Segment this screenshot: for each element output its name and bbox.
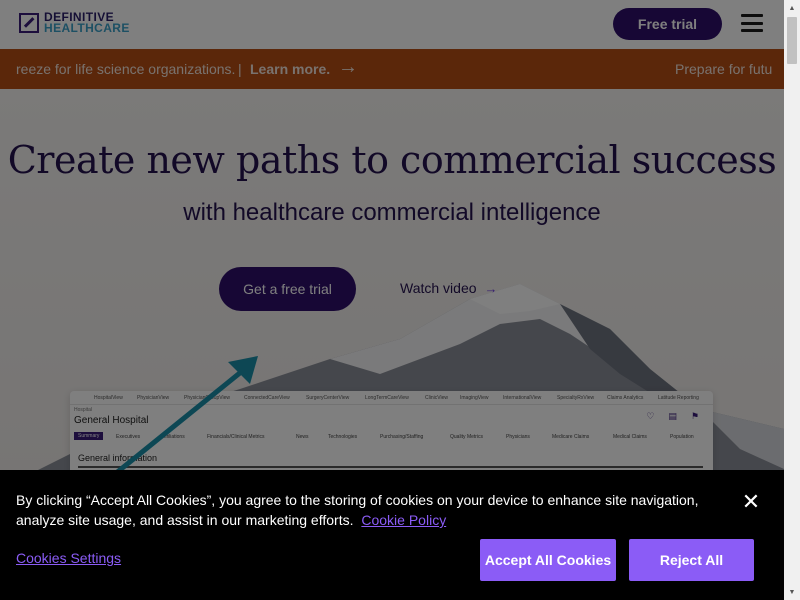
scrollbar[interactable]: ▲ ▼	[784, 0, 800, 600]
accept-all-cookies-button[interactable]: Accept All Cookies	[480, 539, 616, 581]
cookie-message-text: By clicking “Accept All Cookies”, you ag…	[16, 492, 699, 528]
scrollbar-thumb[interactable]	[787, 17, 797, 64]
cookies-settings-link[interactable]: Cookies Settings	[16, 550, 121, 566]
scroll-up-icon[interactable]: ▲	[784, 0, 800, 16]
cookie-banner: By clicking “Accept All Cookies”, you ag…	[0, 470, 784, 600]
close-icon[interactable]: ✕	[741, 489, 761, 514]
scroll-down-icon[interactable]: ▼	[784, 584, 800, 600]
cookie-policy-link[interactable]: Cookie Policy	[361, 512, 446, 528]
reject-all-button[interactable]: Reject All	[629, 539, 754, 581]
cookie-message: By clicking “Accept All Cookies”, you ag…	[16, 490, 726, 530]
page: DEFINITIVE HEALTHCARE Free trial reeze f…	[0, 0, 784, 600]
